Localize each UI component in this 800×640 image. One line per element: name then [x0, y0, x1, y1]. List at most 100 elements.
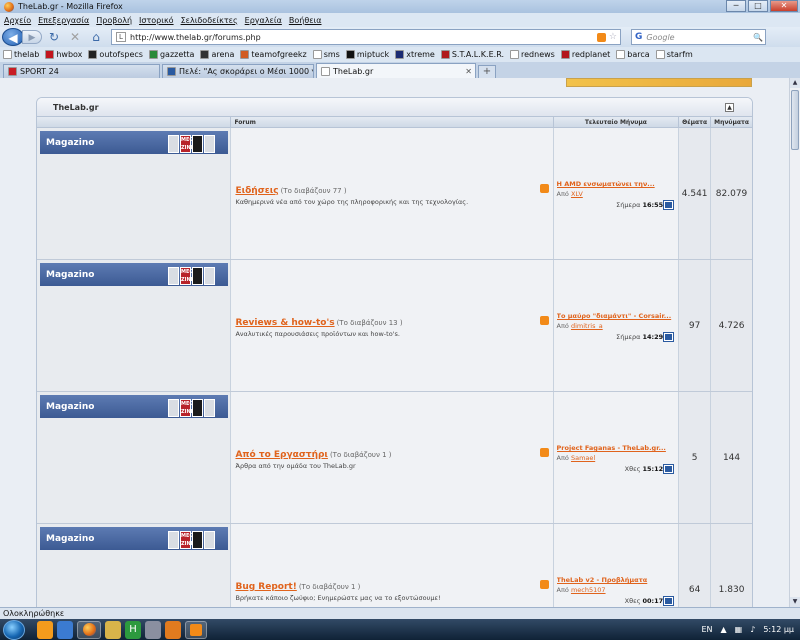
- bookmark-item[interactable]: miptuck: [345, 50, 389, 59]
- last-post-day: Σήμερα: [616, 333, 641, 341]
- magazino-banner[interactable]: Magazino MEGA ZINE: [40, 263, 228, 286]
- go-to-post-icon[interactable]: [663, 200, 675, 210]
- magazino-banner[interactable]: Magazino MEGA ZINE: [40, 527, 228, 550]
- bookmark-item[interactable]: arena: [200, 50, 234, 59]
- tab-label: TheLab.gr: [333, 66, 374, 76]
- tab-1[interactable]: Πελέ: "Ας σκοράρει ο Μέσι 1000 γκ...: [162, 64, 314, 78]
- tab-close-icon[interactable]: ✕: [465, 67, 472, 76]
- bookmark-label: redplanet: [571, 50, 611, 59]
- bookmark-item[interactable]: starfm: [655, 50, 693, 59]
- rss-icon[interactable]: [539, 316, 549, 325]
- go-to-post-icon[interactable]: [663, 596, 675, 606]
- bookmark-item[interactable]: barca: [616, 50, 650, 59]
- menu-edit[interactable]: Επεξεργασία: [38, 16, 89, 25]
- last-post-author[interactable]: dimitris_a: [571, 322, 603, 330]
- home-icon[interactable]: ⌂: [87, 29, 105, 45]
- back-button[interactable]: ◀: [2, 28, 24, 46]
- post-count: 82.079: [711, 128, 752, 259]
- search-input[interactable]: G Google 🔍: [631, 29, 766, 45]
- forum-title-link[interactable]: Ειδήσεις: [235, 186, 278, 196]
- menu-view[interactable]: Προβολή: [96, 16, 132, 25]
- banner-label: Magazino: [46, 137, 95, 148]
- language-indicator[interactable]: EN: [701, 625, 712, 634]
- menu-tools[interactable]: Εργαλεία: [245, 16, 282, 25]
- tab-2[interactable]: TheLab.gr ✕: [316, 63, 476, 78]
- app-media-icon[interactable]: [165, 620, 181, 639]
- menu-file[interactable]: Αρχείο: [4, 16, 31, 25]
- address-bar[interactable]: L http://www.thelab.gr/forums.php ☆: [111, 29, 621, 45]
- stop-icon[interactable]: ✕: [66, 29, 84, 45]
- forward-button[interactable]: ▶: [22, 30, 42, 44]
- bookmark-label: thelab: [14, 50, 40, 59]
- close-button[interactable]: ✕: [770, 0, 798, 12]
- internet-explorer-icon[interactable]: [57, 620, 73, 639]
- url-text[interactable]: http://www.thelab.gr/forums.php: [130, 33, 261, 42]
- rss-icon[interactable]: [596, 32, 606, 42]
- last-post-author[interactable]: Samael: [571, 454, 595, 462]
- firefox-task-icon[interactable]: [77, 620, 101, 639]
- forum-title-link[interactable]: Bug Report!: [235, 582, 296, 592]
- app-h-icon[interactable]: H: [125, 620, 141, 639]
- volume-icon[interactable]: ♪: [750, 625, 755, 634]
- magazino-banner[interactable]: Magazino MEGA ZINE: [40, 131, 228, 154]
- start-button[interactable]: [3, 619, 25, 640]
- bookmark-item[interactable]: hwbox: [45, 50, 82, 59]
- forum-title-link[interactable]: Από το Εργαστήρι: [235, 450, 327, 460]
- rss-icon[interactable]: [539, 184, 549, 193]
- menu-history[interactable]: Ιστορικό: [139, 16, 174, 25]
- bookmark-icon: [240, 50, 250, 59]
- tab-favicon: [8, 67, 17, 76]
- forum-title-link[interactable]: Reviews & how-to's: [235, 318, 334, 328]
- tab-label: Πελέ: "Ας σκοράρει ο Μέσι 1000 γκ...: [179, 67, 314, 76]
- bookmark-item[interactable]: teamofgreekz: [240, 50, 307, 59]
- windows-taskbar: H EN ▲ ▦ ♪ 5:12 μμ: [0, 619, 800, 640]
- bookmark-star-icon[interactable]: ☆: [609, 32, 617, 42]
- menu-bookmarks[interactable]: Σελιδοδείκτες: [181, 16, 238, 25]
- bookmark-item[interactable]: S.T.A.L.K.E.R.: [440, 50, 504, 59]
- folder-icon[interactable]: [105, 620, 121, 639]
- bookmark-item[interactable]: xtreme: [395, 50, 435, 59]
- last-post-time: 00:17: [642, 597, 664, 605]
- last-post-author[interactable]: mech5107: [571, 586, 606, 594]
- menu-help[interactable]: Βοήθεια: [289, 16, 322, 25]
- minimize-button[interactable]: ─: [726, 0, 746, 12]
- last-post-link[interactable]: Project Faganas - TheLab.gr...: [557, 444, 676, 452]
- search-placeholder: Google: [646, 32, 675, 42]
- go-to-post-icon[interactable]: [663, 464, 675, 474]
- scroll-down-icon[interactable]: ▼: [790, 597, 800, 607]
- reload-icon[interactable]: ↻: [45, 29, 63, 45]
- search-icon[interactable]: 🔍: [751, 33, 765, 42]
- go-to-post-icon[interactable]: [663, 332, 675, 342]
- last-post-author[interactable]: XLV: [571, 190, 583, 198]
- media-player-icon[interactable]: [37, 620, 53, 639]
- bookmark-item[interactable]: gazzetta: [148, 50, 194, 59]
- bookmark-item[interactable]: sms: [312, 50, 340, 59]
- bookmark-icon: [440, 50, 450, 59]
- maximize-button[interactable]: □: [748, 0, 768, 12]
- network-icon[interactable]: ▦: [735, 625, 743, 634]
- last-post-link[interactable]: TheLab v2 - Προβλήματα: [557, 576, 676, 584]
- scroll-up-icon[interactable]: ▲: [790, 78, 800, 88]
- bookmark-icon: [510, 50, 520, 59]
- rss-icon[interactable]: [539, 580, 549, 589]
- player-task-icon[interactable]: [185, 620, 207, 639]
- scroll-thumb[interactable]: [791, 90, 799, 150]
- last-post-link[interactable]: Η AMD ενσωματώνει την...: [557, 180, 676, 188]
- collapse-button[interactable]: ▲: [725, 103, 734, 112]
- vertical-scrollbar[interactable]: ▲ ▼: [789, 78, 800, 607]
- navigation-toolbar: ◀ ▶ ↻ ✕ ⌂ L http://www.thelab.gr/forums.…: [0, 27, 800, 47]
- magazino-banner[interactable]: Magazino MEGA ZINE: [40, 395, 228, 418]
- bookmark-item[interactable]: redplanet: [560, 50, 611, 59]
- bookmark-item[interactable]: rednews: [510, 50, 555, 59]
- rss-icon[interactable]: [539, 448, 549, 457]
- app-gear-icon[interactable]: [145, 620, 161, 639]
- bookmark-label: outofspecs: [99, 50, 143, 59]
- bookmark-item[interactable]: outofspecs: [88, 50, 143, 59]
- bookmark-item[interactable]: thelab: [3, 50, 39, 59]
- clock[interactable]: 5:12 μμ: [763, 625, 794, 634]
- new-tab-button[interactable]: +: [478, 65, 496, 78]
- last-post-link[interactable]: Το μαύρο "διαμάντι" - Corsair...: [557, 312, 676, 320]
- tray-arrow-icon[interactable]: ▲: [720, 625, 726, 634]
- tab-bar: SPORT 24 Πελέ: "Ας σκοράρει ο Μέσι 1000 γ…: [0, 62, 800, 78]
- tab-0[interactable]: SPORT 24: [3, 64, 160, 78]
